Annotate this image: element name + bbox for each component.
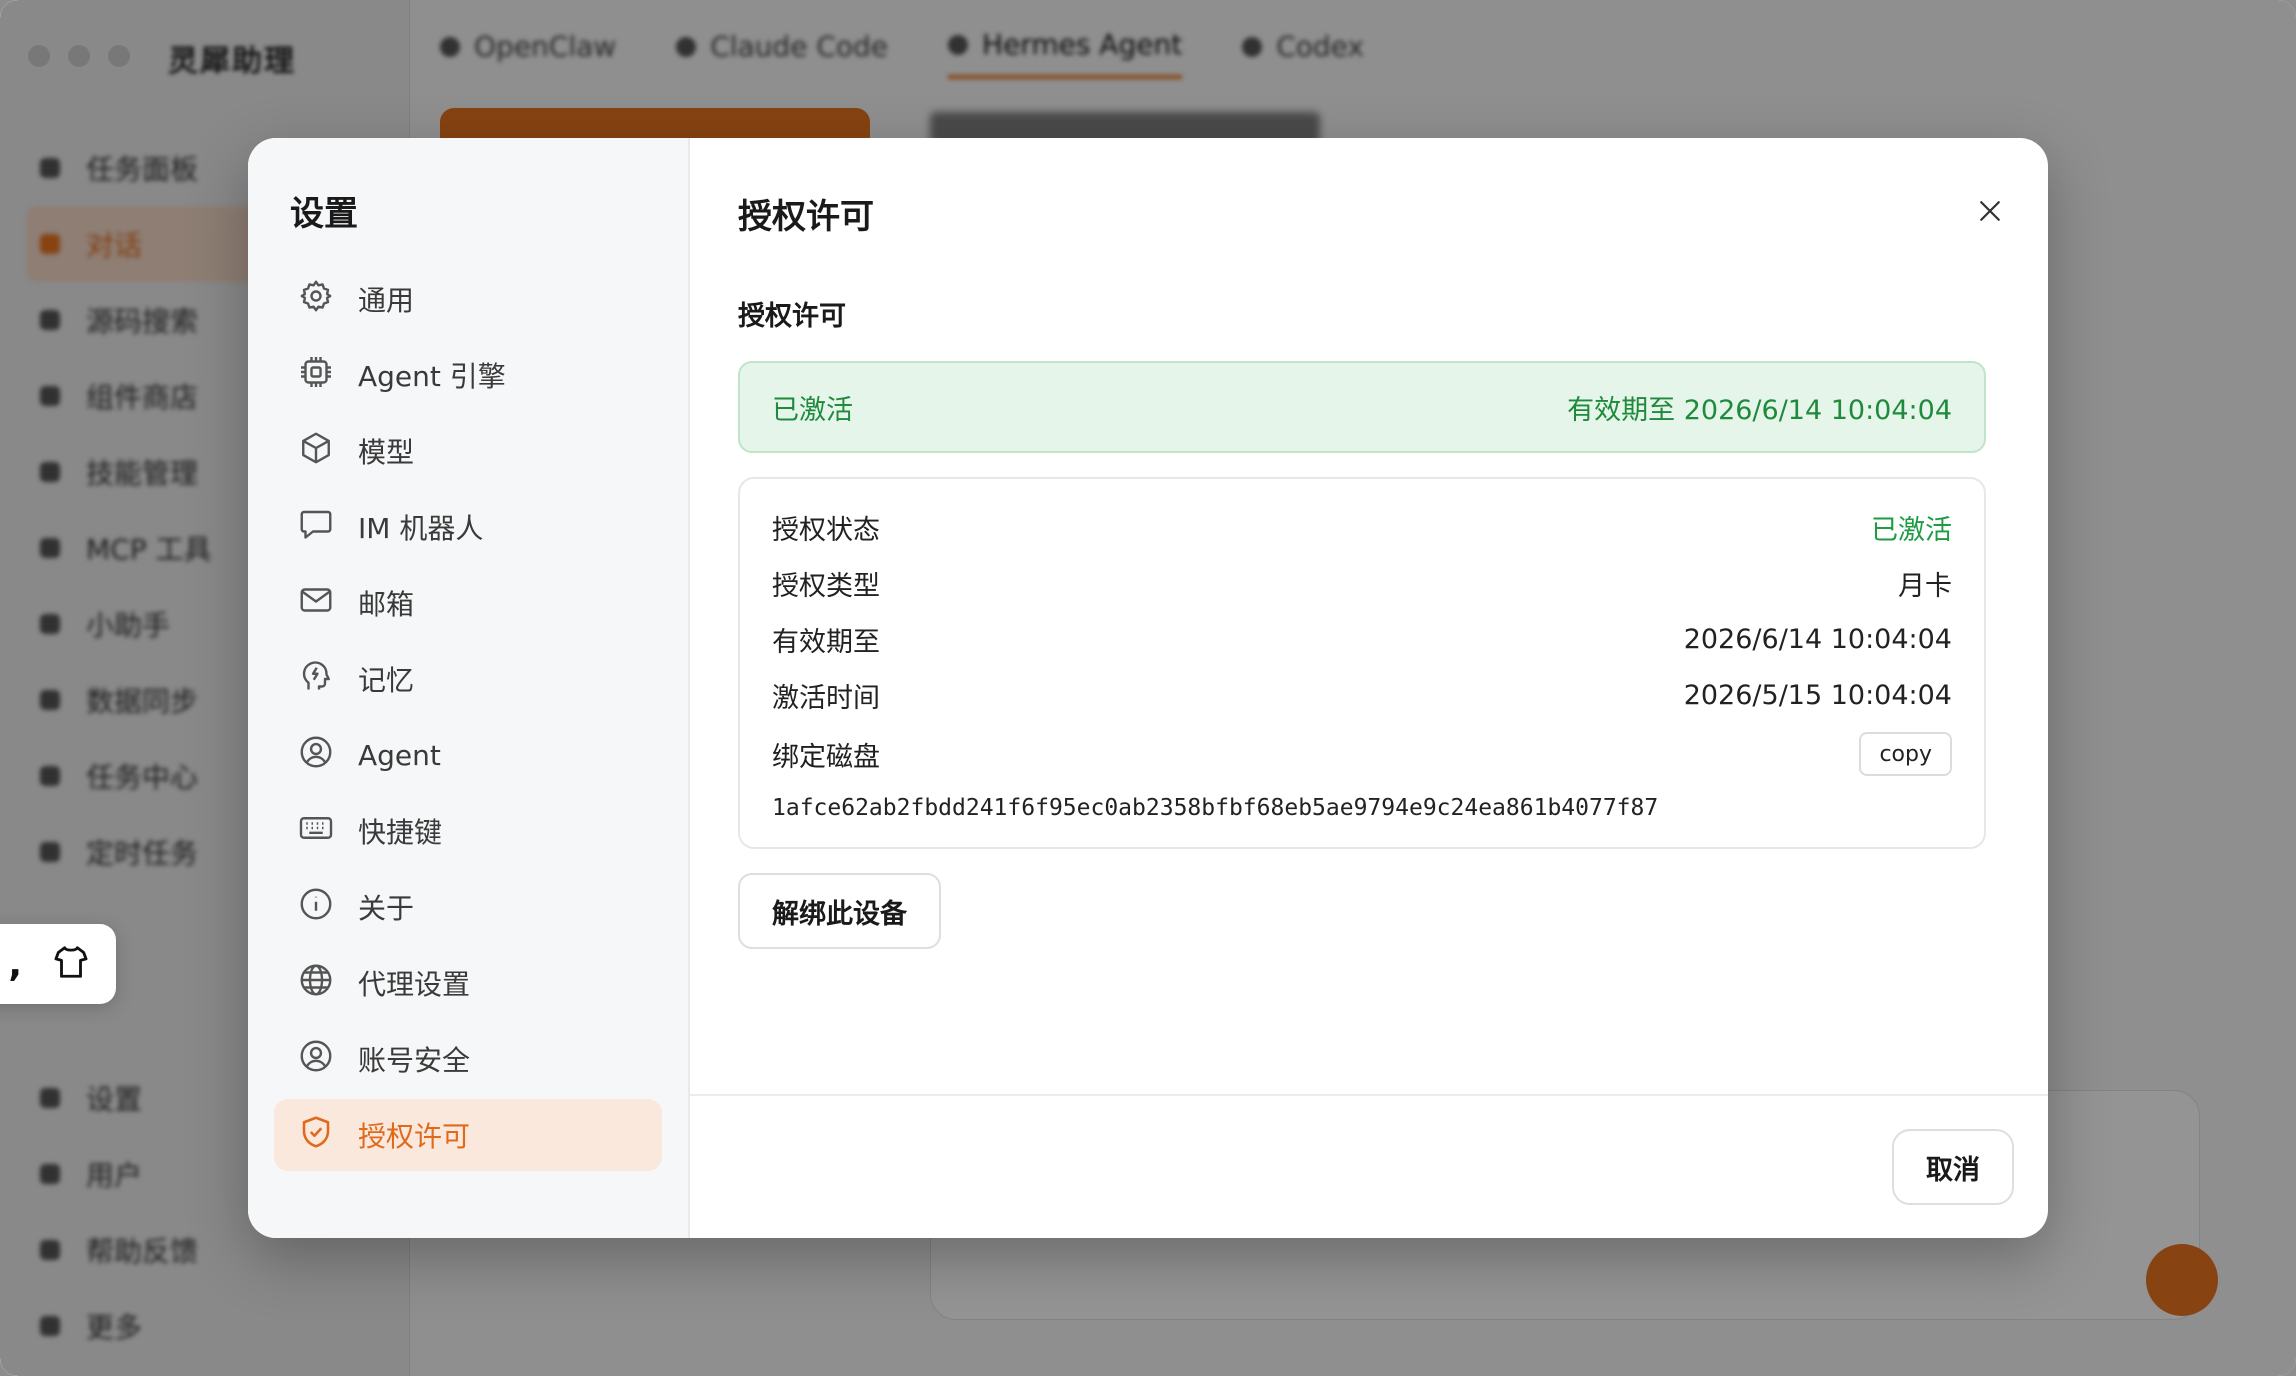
info-row-expiry: 有效期至 2026/6/14 10:04:04	[772, 611, 1952, 667]
sidebar-item-memory[interactable]: 记忆	[274, 643, 662, 715]
info-row-activated: 激活时间 2026/5/15 10:04:04	[772, 667, 1952, 723]
disk-id: 1afce62ab2fbdd241f6f95ec0ab2358bfbf68eb5…	[772, 795, 1659, 821]
license-info-card: 授权状态 已激活 授权类型 月卡 有效期至 2026/6/14 10:04:04…	[738, 477, 1986, 849]
sidebar-item-license[interactable]: 授权许可	[274, 1099, 662, 1171]
cube-icon	[298, 430, 334, 473]
info-label: 授权类型	[772, 570, 880, 602]
dialog-header: 授权许可	[690, 138, 2048, 274]
sidebar-item-proxy[interactable]: 代理设置	[274, 947, 662, 1019]
sidebar-item-agent[interactable]: Agent	[274, 719, 662, 791]
banner-status: 已激活	[772, 394, 853, 426]
cancel-button[interactable]: 取消	[1892, 1129, 2014, 1205]
info-value: 2026/6/14 10:04:04	[1683, 623, 1952, 655]
user-circle-icon	[298, 1038, 334, 1081]
banner-expiry: 有效期至 2026/6/14 10:04:04	[1567, 394, 1952, 426]
sidebar-item-im-bot[interactable]: IM 机器人	[274, 491, 662, 563]
status-banner: 已激活 有效期至 2026/6/14 10:04:04	[738, 361, 1986, 453]
dialog-footer: 取消	[690, 1094, 2048, 1238]
info-icon	[298, 886, 334, 929]
brain-bolt-icon	[298, 658, 334, 701]
sidebar-item-about[interactable]: 关于	[274, 871, 662, 943]
info-label: 绑定磁盘	[772, 741, 880, 773]
cpu-icon	[298, 354, 334, 397]
unbind-device-button[interactable]: 解绑此设备	[738, 873, 941, 949]
settings-dialog: 设置 通用 Agent 引擎 模型 IM 机器人 邮箱 记忆 Agent 快捷键…	[248, 138, 2048, 1238]
shirt-icon[interactable]	[52, 943, 90, 985]
copy-button[interactable]: copy	[1859, 732, 1952, 776]
sidebar-item-account-security[interactable]: 账号安全	[274, 1023, 662, 1095]
info-row-type: 授权类型 月卡	[772, 555, 1952, 611]
info-label: 有效期至	[772, 626, 880, 658]
close-button[interactable]	[1966, 189, 2014, 237]
floating-toolbar: ,	[0, 924, 116, 1004]
punctuation-glyph: ,	[8, 943, 22, 985]
keyboard-icon	[298, 810, 334, 853]
sidebar-item-model[interactable]: 模型	[274, 415, 662, 487]
chat-bubble-icon	[298, 506, 334, 549]
globe-icon	[298, 962, 334, 1005]
info-value: 2026/5/15 10:04:04	[1683, 679, 1952, 711]
section-title: 授权许可	[738, 301, 846, 332]
user-circle-icon	[298, 734, 334, 777]
close-icon	[1975, 196, 2005, 230]
status-badge: 已激活	[1871, 514, 1952, 546]
settings-content: 授权许可 授权许可 已激活 有效期至 2026/6/14 10:04:04 授权…	[690, 138, 2048, 1238]
sidebar-item-shortcuts[interactable]: 快捷键	[274, 795, 662, 867]
sidebar-item-mail[interactable]: 邮箱	[274, 567, 662, 639]
mail-icon	[298, 582, 334, 625]
info-row-status: 授权状态 已激活	[772, 499, 1952, 555]
gear-icon	[298, 278, 334, 321]
info-label: 授权状态	[772, 514, 880, 546]
license-section: 授权许可 已激活 有效期至 2026/6/14 10:04:04 授权状态 已激…	[690, 294, 2048, 949]
info-label: 激活时间	[772, 682, 880, 714]
settings-title: 设置	[290, 194, 358, 234]
shield-check-icon	[298, 1114, 334, 1157]
sidebar-item-agent-engine[interactable]: Agent 引擎	[274, 339, 662, 411]
settings-sidebar: 设置 通用 Agent 引擎 模型 IM 机器人 邮箱 记忆 Agent 快捷键…	[248, 138, 690, 1238]
sidebar-item-general[interactable]: 通用	[274, 263, 662, 335]
info-row-disk: 绑定磁盘 copy	[772, 723, 1952, 785]
page-title: 授权许可	[738, 196, 874, 237]
info-value: 月卡	[1898, 570, 1952, 602]
